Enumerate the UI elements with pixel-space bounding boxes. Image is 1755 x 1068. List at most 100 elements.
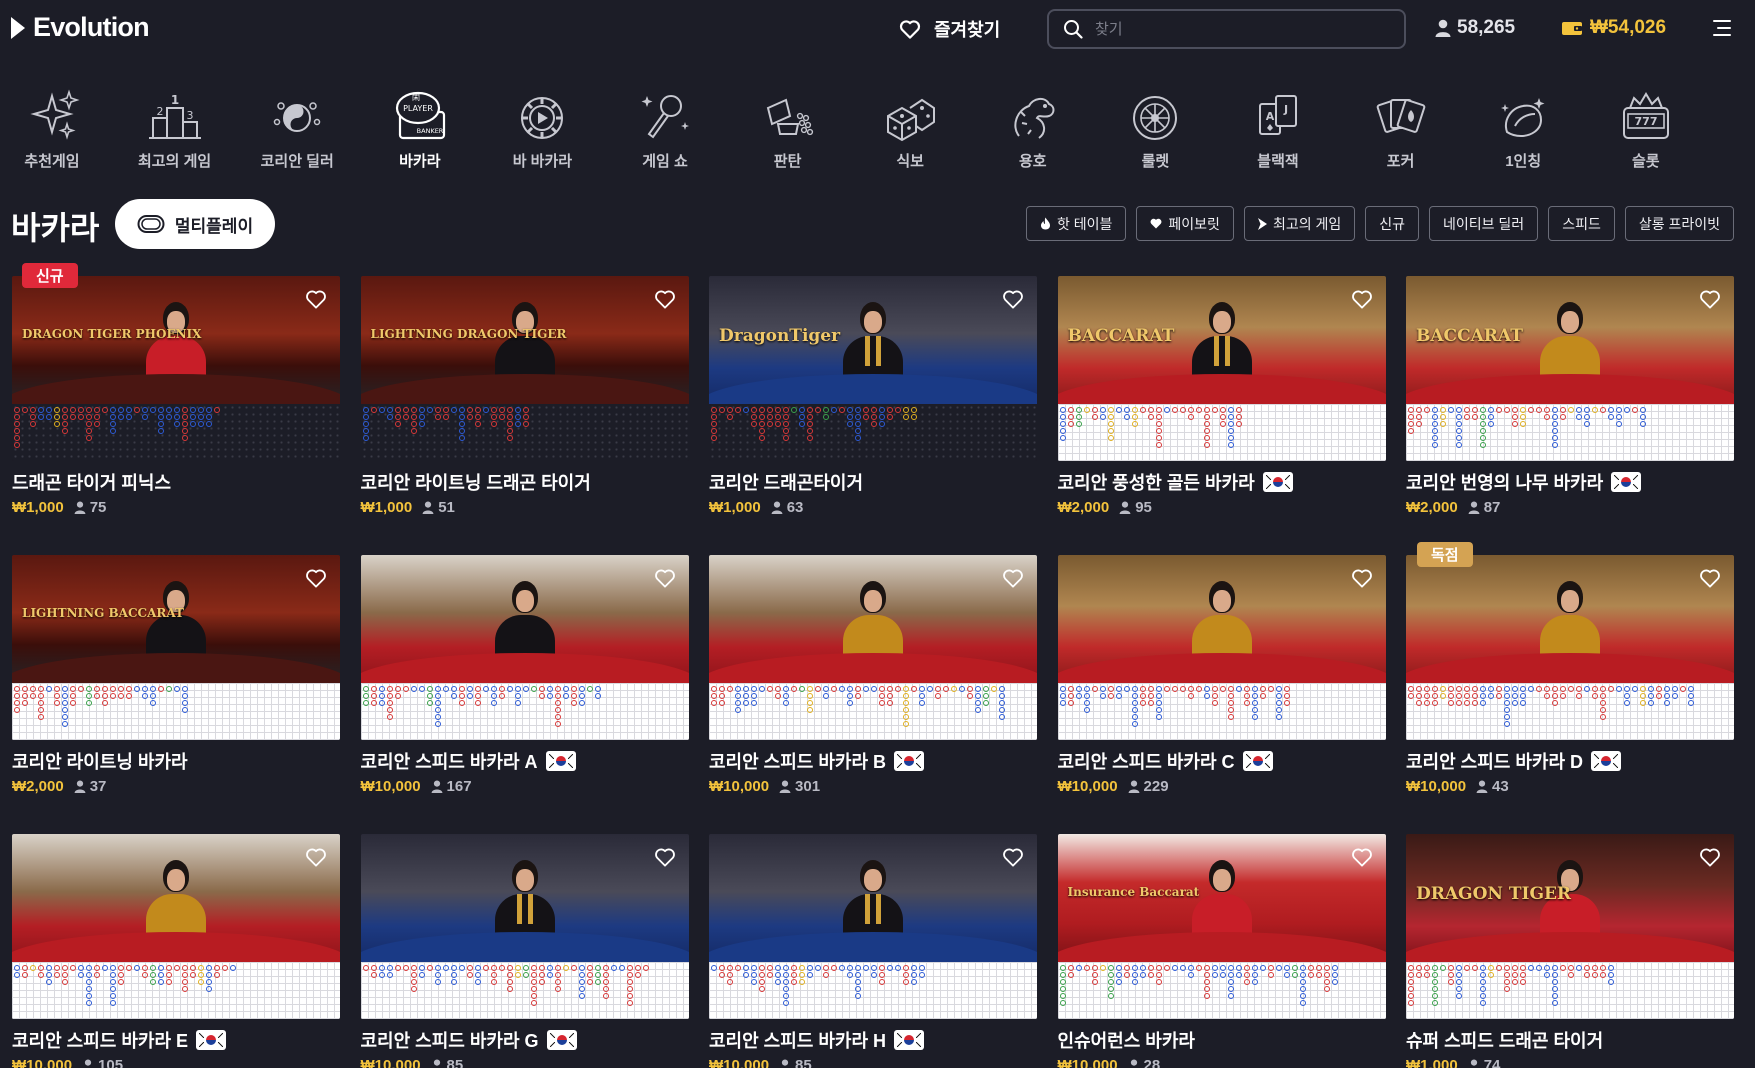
filter-chip[interactable]: 최고의 게임 — [1243, 206, 1356, 241]
roadmap-bead — [1456, 986, 1462, 992]
category-top[interactable]: 1 2 3 최고의 게임 — [115, 86, 235, 171]
search-input[interactable] — [1095, 20, 1385, 38]
favorite-heart-icon[interactable] — [1351, 847, 1373, 867]
category-blackjack[interactable]: A J 블랙잭 — [1218, 86, 1338, 171]
filter-chip[interactable]: 네이티브 딜러 — [1429, 206, 1539, 241]
favorite-heart-icon[interactable] — [1699, 847, 1721, 867]
game-thumbnail[interactable] — [1406, 555, 1734, 740]
user-icon — [431, 780, 442, 793]
multiplay-button[interactable]: 멀티플레이 — [115, 199, 275, 249]
game-card[interactable]: 독점 코리안 스피드 바카라 D ₩10,000 43 — [1406, 542, 1734, 795]
category-poker[interactable]: 포커 — [1341, 86, 1461, 171]
favorite-heart-icon[interactable] — [1351, 568, 1373, 588]
filter-chip[interactable]: 페이보릿 — [1136, 206, 1234, 241]
game-card[interactable]: 코리안 스피드 바카라 C ₩10,000 229 — [1057, 555, 1386, 795]
game-thumbnail[interactable] — [360, 834, 689, 1019]
category-dragon-tiger[interactable]: 용호 — [973, 86, 1093, 171]
roadmap-bead — [1552, 986, 1558, 992]
game-thumbnail[interactable]: LIGHTNING DRAGON TIGER — [360, 276, 689, 461]
game-card[interactable]: 코리안 스피드 바카라 B ₩10,000 301 — [709, 555, 1037, 795]
category-baccarat[interactable]: PLAYER BANKER 閑 바카라 — [360, 86, 480, 171]
balance[interactable]: ₩54,026 — [1561, 17, 1666, 39]
roadmap-bead — [1059, 428, 1066, 434]
category-bar-baccarat[interactable]: 바 바카라 — [482, 86, 602, 171]
roadmap-bead — [38, 714, 44, 720]
favorite-heart-icon[interactable] — [654, 289, 676, 309]
favorite-heart-icon[interactable] — [305, 847, 327, 867]
search-box[interactable] — [1047, 9, 1406, 49]
favorite-heart-icon[interactable] — [305, 568, 327, 588]
game-card[interactable]: BACCARAT 코리안 번영의 나무 바카라 ₩2,000 87 — [1406, 276, 1734, 516]
game-thumbnail[interactable]: BACCARAT — [1057, 276, 1386, 461]
game-card[interactable]: 코리안 스피드 바카라 E ₩10,000 105 — [12, 834, 340, 1068]
favorite-heart-icon[interactable] — [305, 289, 327, 309]
roadmap-bead — [102, 700, 108, 706]
evolution-logo-icon — [11, 15, 31, 41]
game-card[interactable]: LIGHTNING BACCARAT 코리안 라이트닝 바카라 ₩2,000 3… — [12, 555, 340, 795]
roadmap-bead — [815, 407, 821, 413]
roadmap — [12, 683, 340, 740]
category-recommended[interactable]: 추천게임 — [0, 86, 112, 171]
favorite-heart-icon[interactable] — [1699, 568, 1721, 588]
category-one-player[interactable]: 1인칭 — [1463, 86, 1583, 171]
game-thumbnail[interactable]: Insurance Baccarat — [1057, 834, 1386, 1019]
roadmap-bead — [1219, 414, 1226, 420]
game-card[interactable]: 코리안 스피드 바카라 H ₩10,000 85 — [709, 834, 1037, 1068]
game-card[interactable]: BACCARAT 코리안 풍성한 골든 바카라 ₩2,000 95 — [1057, 276, 1386, 516]
roadmap-bead — [1416, 700, 1422, 706]
filter-chip[interactable]: 스피드 — [1548, 206, 1615, 241]
category-korean-dealer[interactable]: 코리안 딜러 — [237, 86, 357, 171]
roadmap-bead — [767, 972, 773, 978]
roadmap-bead — [1480, 414, 1486, 420]
game-card[interactable]: DRAGON TIGER 슈퍼 스피드 드래곤 타이거 ₩1,000 74 — [1406, 834, 1734, 1068]
menu-icon[interactable] — [1713, 20, 1731, 36]
roadmap-bead — [182, 686, 188, 692]
roadmap-bead — [214, 407, 220, 413]
category-sicbo[interactable]: 식보 — [850, 86, 970, 171]
game-thumbnail[interactable] — [360, 555, 689, 740]
game-meta: ₩1,000 74 — [1406, 1057, 1734, 1068]
favorites-link[interactable]: 즐겨찾기 — [899, 16, 1000, 42]
game-card[interactable]: 신규 DRAGON TIGER PHOENIX 드래곤 타이거 피닉스 ₩1,0… — [12, 263, 340, 516]
game-thumbnail[interactable]: LIGHTNING BACCARAT — [12, 555, 340, 740]
category-game-show[interactable]: 게임 쇼 — [605, 86, 725, 171]
favorite-heart-icon[interactable] — [1699, 289, 1721, 309]
page-title: 바카라 — [11, 210, 100, 246]
roadmap-bead — [166, 972, 172, 978]
roadmap-bead — [62, 721, 68, 727]
favorite-heart-icon[interactable] — [1002, 568, 1024, 588]
game-card[interactable]: LIGHTNING DRAGON TIGER 코리안 라이트닝 드래곤 타이거 … — [360, 276, 689, 516]
category-label: 슬롯 — [1631, 153, 1660, 170]
game-card[interactable]: 코리안 스피드 바카라 A ₩10,000 167 — [360, 555, 689, 795]
roadmap-bead — [1432, 972, 1438, 978]
favorite-heart-icon[interactable] — [1351, 289, 1373, 309]
filter-chip[interactable]: 핫 테이블 — [1026, 206, 1127, 241]
roadmap-bead — [402, 407, 409, 413]
game-thumbnail[interactable]: DRAGON TIGER PHOENIX — [12, 276, 340, 461]
roadmap-bead — [1235, 421, 1242, 427]
game-card[interactable]: 코리안 스피드 바카라 G ₩10,000 85 — [360, 834, 689, 1068]
category-fantan[interactable]: 판탄 — [728, 86, 848, 171]
roadmap-bead — [166, 979, 172, 985]
filter-chip[interactable]: 살롱 프라이빗 — [1624, 206, 1734, 241]
evolution-logo[interactable]: Evolution — [11, 12, 150, 43]
favorite-heart-icon[interactable] — [654, 568, 676, 588]
game-thumbnail[interactable]: DragonTiger — [709, 276, 1037, 461]
favorite-heart-icon[interactable] — [1002, 289, 1024, 309]
game-thumbnail[interactable] — [709, 834, 1037, 1019]
roadmap-bead — [1227, 435, 1234, 441]
category-roulette[interactable]: 룰렛 — [1095, 86, 1215, 171]
game-card[interactable]: DragonTiger 코리안 드래곤타이거 ₩1,000 63 — [709, 276, 1037, 516]
game-thumbnail[interactable] — [12, 834, 340, 1019]
category-slots[interactable]: 777 슬롯 — [1586, 86, 1706, 171]
game-thumbnail[interactable] — [1057, 555, 1386, 740]
game-thumbnail[interactable]: DRAGON TIGER — [1406, 834, 1734, 1019]
game-thumbnail[interactable]: BACCARAT — [1406, 276, 1734, 461]
favorite-heart-icon[interactable] — [1002, 847, 1024, 867]
filter-chip[interactable]: 신규 — [1365, 206, 1420, 241]
roadmap-bead — [530, 986, 537, 992]
favorite-heart-icon[interactable] — [654, 847, 676, 867]
roadmap-bead — [14, 421, 20, 427]
game-card[interactable]: Insurance Baccarat 인슈어런스 바카라 ₩10,000 28 — [1057, 834, 1386, 1068]
game-thumbnail[interactable] — [709, 555, 1037, 740]
